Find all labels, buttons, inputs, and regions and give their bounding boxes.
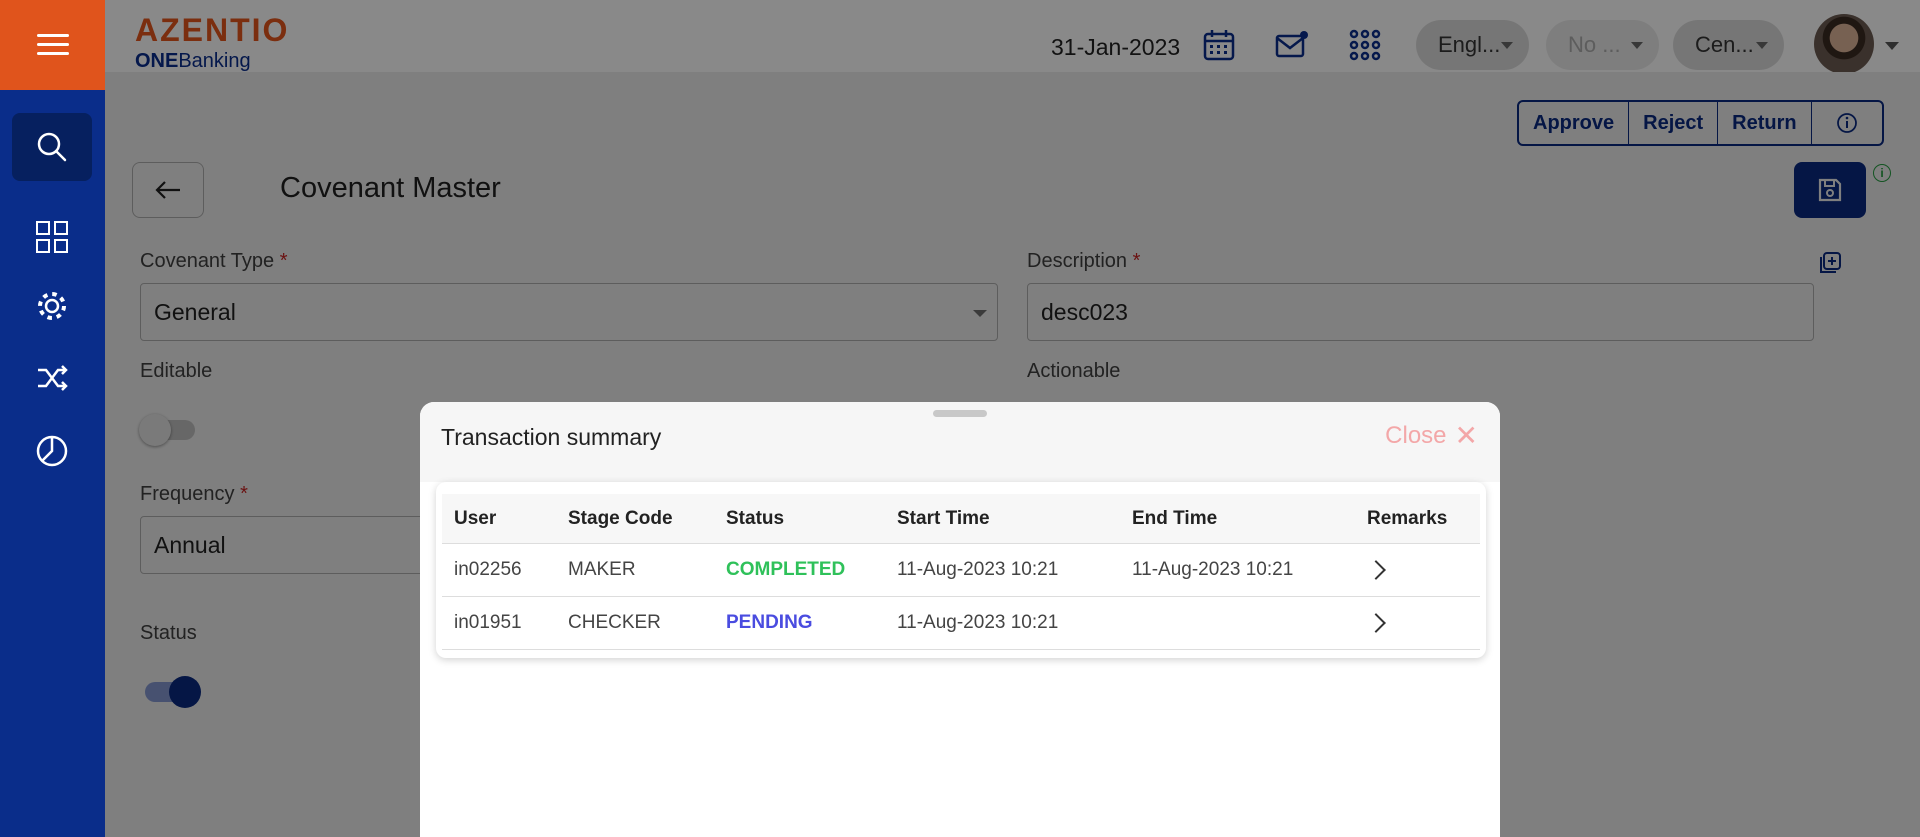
remarks-expand[interactable] [1366, 544, 1386, 596]
user-cell: in02256 [454, 559, 522, 580]
sidebar [0, 0, 105, 837]
sidebar-dashboard[interactable] [12, 203, 92, 271]
drag-handle[interactable] [933, 410, 987, 417]
column-header: Start Time [897, 507, 990, 529]
close-icon: ✕ [1454, 420, 1478, 451]
end-time-cell: 11-Aug-2023 10:21 [1132, 559, 1294, 580]
user-cell: in01951 [454, 612, 522, 633]
dashboard-icon [36, 221, 68, 253]
remarks-expand[interactable] [1366, 597, 1386, 649]
hamburger-icon [36, 34, 69, 56]
transaction-table: User Stage Code Status Start Time End Ti… [436, 482, 1486, 658]
sidebar-search[interactable] [12, 113, 92, 181]
table-row: in02256 MAKER COMPLETED 11-Aug-2023 10:2… [442, 544, 1480, 597]
modal-header: Transaction summary Close ✕ [420, 402, 1500, 482]
pie-chart-icon [36, 435, 68, 467]
sidebar-settings[interactable] [12, 272, 92, 340]
transaction-summary-modal: Transaction summary Close ✕ User Stage Co… [420, 402, 1500, 837]
stage-cell: CHECKER [568, 612, 661, 633]
stage-cell: MAKER [568, 559, 636, 580]
column-header: Remarks [1367, 507, 1448, 529]
modal-title: Transaction summary [441, 424, 662, 450]
search-icon [37, 132, 67, 162]
column-header: Stage Code [568, 507, 673, 529]
chevron-right-icon [1366, 560, 1386, 580]
status-badge: PENDING [726, 612, 813, 633]
gear-icon [38, 292, 66, 320]
chevron-right-icon [1366, 613, 1386, 633]
header-overlay [105, 0, 1920, 72]
status-badge: COMPLETED [726, 559, 846, 580]
column-header: Status [726, 507, 785, 529]
shuffle-icon [38, 365, 68, 391]
sidebar-reports[interactable] [12, 417, 92, 485]
start-time-cell: 11-Aug-2023 10:21 [897, 612, 1059, 633]
table-header-row: User Stage Code Status Start Time End Ti… [442, 494, 1480, 544]
start-time-cell: 11-Aug-2023 10:21 [897, 559, 1059, 580]
column-header: User [454, 507, 497, 529]
close-button[interactable]: Close ✕ [1385, 422, 1478, 450]
menu-button[interactable] [0, 0, 105, 90]
sidebar-shuffle[interactable] [12, 344, 92, 412]
table-row: in01951 CHECKER PENDING 11-Aug-2023 10:2… [442, 597, 1480, 650]
column-header: End Time [1132, 507, 1218, 529]
